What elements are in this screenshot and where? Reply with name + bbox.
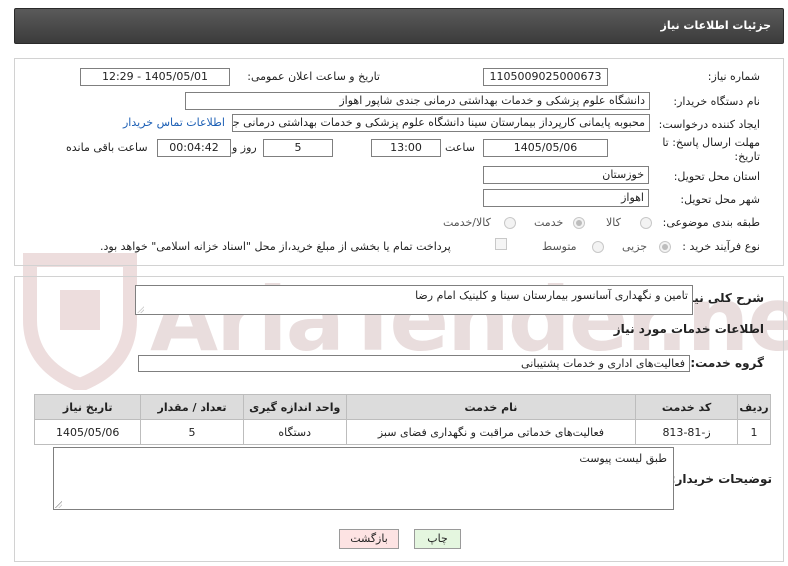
resize-grip-icon [137, 306, 144, 313]
deadline-label: مهلت ارسال پاسخ: تا تاریخ: [662, 136, 760, 163]
summary-text: تامین و نگهداری آسانسور بیمارستان سینا و… [415, 289, 688, 302]
services-table-header: ردیف کد خدمت نام خدمت واحد اندازه گیری ت… [33, 394, 771, 420]
purchase-type-label: نوع فرآیند خرید : [682, 240, 760, 253]
time-remaining-field: 00:04:42 [157, 139, 231, 157]
announce-date-label: تاریخ و ساعت اعلان عمومی: [247, 70, 380, 83]
buyer-contact-link[interactable]: اطلاعات تماس خریدار [123, 116, 225, 129]
deadline-date-field: 1405/05/06 [483, 139, 608, 157]
resize-grip-icon [55, 501, 62, 508]
page-title: جزئیات اطلاعات نیاز [660, 19, 772, 32]
cell-unit: دستگاه [242, 419, 347, 445]
table-row: 1 ز-81-813 فعالیت‌های خدماتی مراقبت و نگ… [33, 419, 771, 445]
category-radio-goods[interactable] [640, 217, 652, 229]
cell-need-date: 1405/05/06 [33, 419, 142, 445]
category-option-goods: کالا [606, 216, 621, 229]
days-remaining-field: 5 [263, 139, 333, 157]
need-number-field: 1105009025000673 [483, 68, 608, 86]
category-option-goods-service: کالا/خدمت [443, 216, 491, 229]
category-label: طبقه بندی موضوعی: [662, 216, 760, 229]
buyer-notes-field: طبق لیست پیوست [53, 447, 674, 510]
province-field: خوزستان [483, 166, 649, 184]
need-number-label: شماره نیاز: [707, 70, 760, 83]
col-header-unit: واحد اندازه گیری [242, 394, 347, 420]
purchase-option-minor: جزیی [622, 240, 648, 253]
category-radio-goods-service[interactable] [504, 217, 516, 229]
province-label: استان محل تحویل: [673, 170, 760, 183]
purchase-radio-minor[interactable] [659, 241, 671, 253]
service-group-label: گروه خدمت: [690, 356, 764, 370]
purchase-radio-medium[interactable] [592, 241, 604, 253]
summary-field: تامین و نگهداری آسانسور بیمارستان سینا و… [135, 285, 693, 315]
creator-field: محبوبه پایمانی کارپرداز بیمارستان سینا د… [232, 114, 650, 132]
services-section-title: اطلاعات خدمات مورد نیاز [613, 322, 764, 336]
buyer-notes-label: توضیحات خریدار: [670, 472, 772, 486]
buyer-org-field: دانشگاه علوم پزشکی و خدمات بهداشتی درمان… [185, 92, 650, 110]
print-button[interactable]: چاپ [414, 529, 461, 549]
announce-date-field: 1405/05/01 - 12:29 [80, 68, 230, 86]
col-header-need-date: تاریخ نیاز [33, 394, 142, 420]
back-button[interactable]: بازگشت [339, 529, 399, 549]
buyer-notes-text: طبق لیست پیوست [579, 452, 667, 465]
cell-service-code: ز-81-813 [635, 419, 739, 445]
category-option-service: خدمت [534, 216, 564, 229]
creator-label: ایجاد کننده درخواست: [658, 118, 760, 131]
category-radio-service[interactable] [573, 217, 585, 229]
col-header-service-code: کد خدمت [635, 394, 739, 420]
purchase-option-medium: متوسط [542, 240, 577, 253]
page-header: جزئیات اطلاعات نیاز [14, 8, 784, 44]
deadline-time-field: 13:00 [371, 139, 441, 157]
cell-quantity: 5 [140, 419, 244, 445]
cell-service-name: فعالیت‌های خدماتی مراقبت و نگهداری فضای … [345, 419, 637, 445]
treasury-payment-checkbox[interactable] [495, 238, 507, 250]
days-label: روز و [232, 141, 257, 154]
col-header-quantity: تعداد / مقدار [140, 394, 244, 420]
col-header-row-number: ردیف [737, 394, 771, 420]
cell-row-number: 1 [737, 419, 771, 445]
service-group-field: فعالیت‌های اداری و خدمات پشتیبانی [138, 355, 690, 372]
deadline-time-label: ساعت [445, 141, 475, 154]
buyer-org-label: نام دستگاه خریدار: [673, 95, 760, 108]
city-field: اهواز [483, 189, 649, 207]
time-remaining-label: ساعت باقی مانده [66, 141, 148, 154]
treasury-payment-note: پرداخت تمام یا بخشی از مبلغ خرید،از محل … [100, 240, 451, 253]
services-table: ردیف کد خدمت نام خدمت واحد اندازه گیری ت… [33, 394, 771, 445]
col-header-service-name: نام خدمت [345, 394, 637, 420]
city-label: شهر محل تحویل: [680, 193, 760, 206]
